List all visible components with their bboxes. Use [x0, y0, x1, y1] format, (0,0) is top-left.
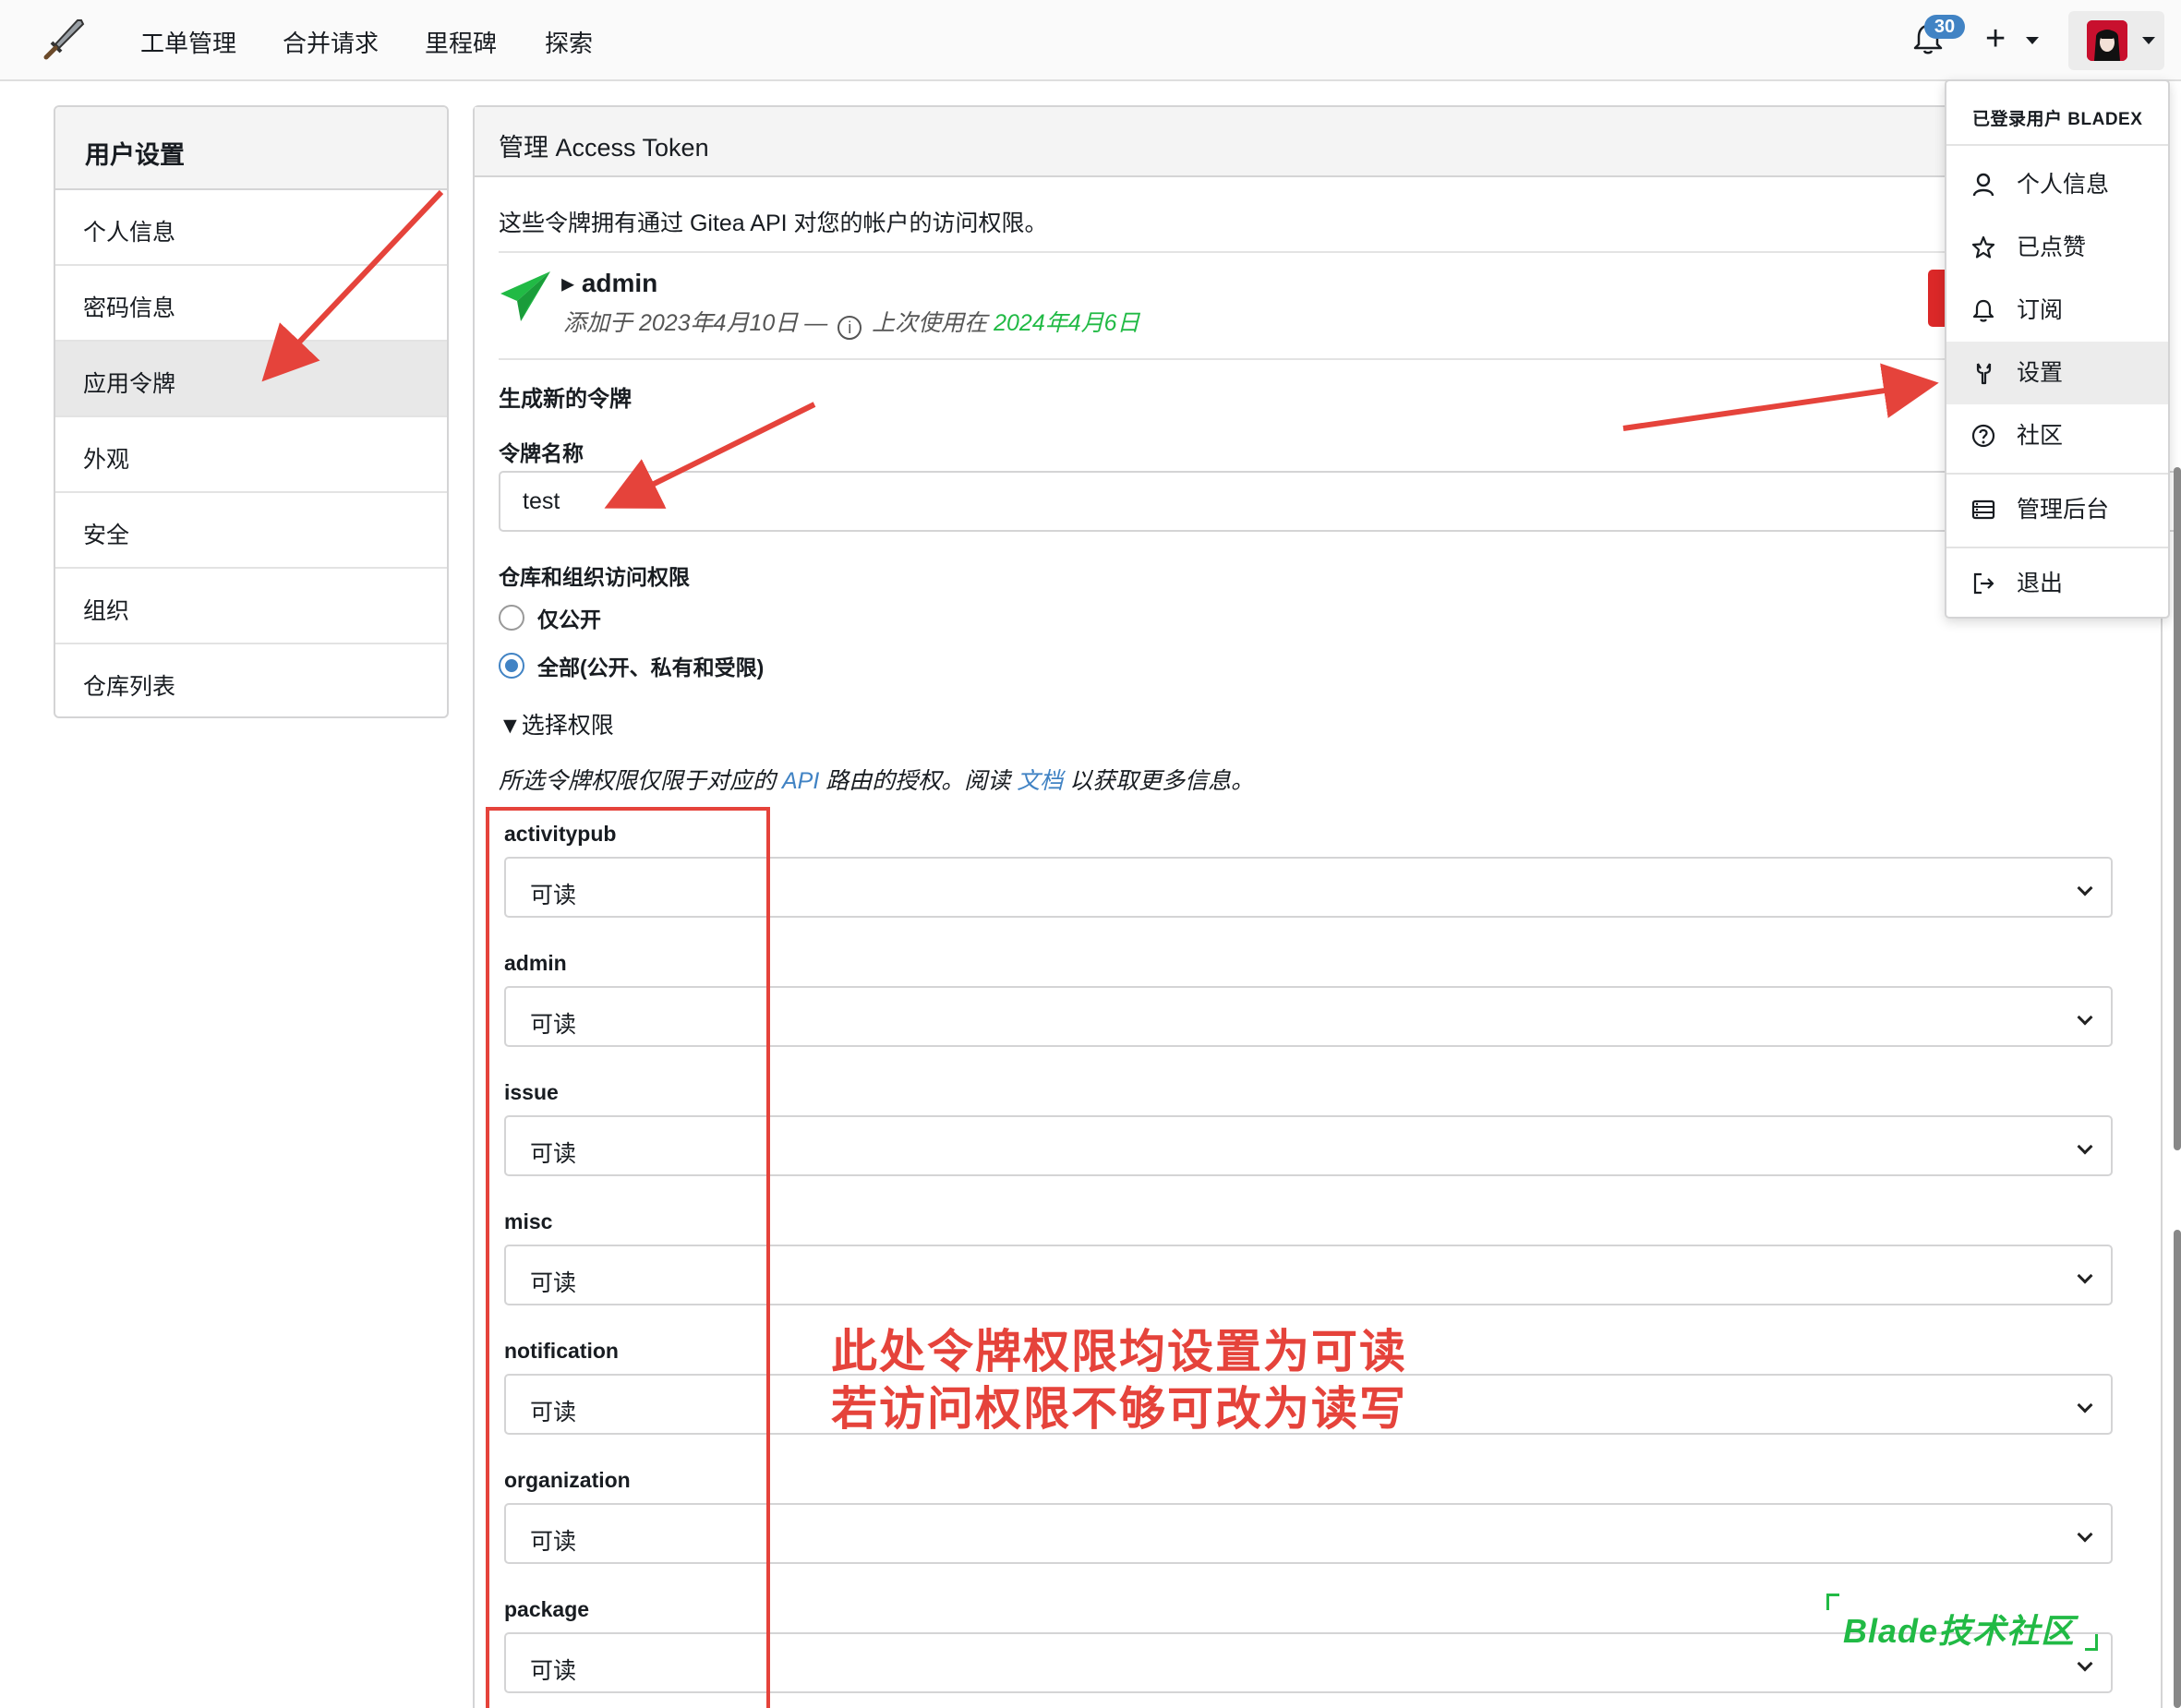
settings-sidebar: 用户设置 个人信息 密码信息 应用令牌 外观 安全 组织 仓库列表 [54, 105, 449, 718]
token-added-date: 添加于 2023年4月10日 — [563, 310, 828, 336]
radio-public-only[interactable]: 仅公开 [499, 602, 601, 633]
avatar [2087, 20, 2127, 61]
avatar-caret-icon [2142, 37, 2155, 44]
radio-public-label: 仅公开 [537, 607, 601, 631]
select-permissions-toggle[interactable]: ▼选择权限 [499, 707, 614, 740]
info-icon: i [837, 316, 862, 340]
user-dropdown-menu: 已登录用户 BLADEX 个人信息 已点赞 订阅 设置 社区 管理后台 退出 [1945, 79, 2170, 619]
annotation-highlight-box [486, 807, 770, 1708]
menu-item-profile[interactable]: 个人信息 [1946, 153, 2168, 216]
generate-token-title: 生成新的令牌 [499, 387, 632, 412]
radio-all[interactable]: 全部(公开、私有和受限) [499, 650, 764, 681]
chevron-down-icon [2077, 1526, 2093, 1543]
tools-icon [1976, 363, 1992, 385]
annotation-text-line2: 若访问权限不够可改为读写 [831, 1383, 1407, 1435]
star-icon [1971, 235, 1995, 259]
bell-icon [1972, 299, 1994, 322]
chevron-down-icon [2077, 1655, 2093, 1672]
gitea-logo-icon[interactable] [41, 17, 87, 63]
sidebar-item-organizations[interactable]: 组织 [55, 569, 447, 644]
avatar-image-icon [2087, 20, 2127, 61]
sidebar-item-profile[interactable]: 个人信息 [55, 190, 447, 266]
radio-public-icon[interactable] [499, 605, 524, 631]
sidebar-item-repos[interactable]: 仓库列表 [55, 644, 447, 716]
token-last-used-label: 上次使用在 [872, 310, 988, 336]
perm-desc-text: 以获取更多信息。 [1069, 768, 1255, 794]
create-caret-icon [2026, 37, 2039, 44]
top-navbar: 工单管理 合并请求 里程碑 探索 30 + [0, 0, 2181, 81]
menu-item-site-admin[interactable]: 管理后台 [1946, 478, 2168, 541]
api-link[interactable]: API [782, 768, 819, 794]
sidebar-item-appearance[interactable]: 外观 [55, 417, 447, 493]
menu-item-label: 退出 [2017, 571, 2064, 596]
chevron-down-icon [2077, 1009, 2093, 1026]
sidebar-item-password[interactable]: 密码信息 [55, 266, 447, 342]
menu-signed-in-header: 已登录用户 BLADEX [1946, 81, 2168, 146]
create-plus-button[interactable]: + [1985, 17, 2006, 61]
nav-issues[interactable]: 工单管理 [140, 25, 236, 59]
menu-item-label: 订阅 [2017, 297, 2064, 323]
menu-item-settings[interactable]: 设置 [1946, 342, 2168, 404]
divider [499, 251, 2142, 253]
panel-title: 管理 Access Token [475, 107, 2161, 177]
menu-item-sign-out[interactable]: 退出 [1946, 552, 2168, 615]
sidebar-item-applications[interactable]: 应用令牌 [55, 342, 447, 417]
radio-all-icon[interactable] [499, 653, 524, 679]
question-icon [1971, 424, 1995, 448]
token-meta: 添加于 2023年4月10日 — i 上次使用在 2024年4月6日 [563, 305, 1140, 340]
perm-desc-text: 所选令牌权限仅限于对应的 [499, 768, 777, 794]
token-name-input[interactable] [499, 471, 2181, 532]
scrollbar-thumb[interactable] [2174, 1230, 2181, 1708]
nav-pull-requests[interactable]: 合并请求 [283, 25, 379, 59]
menu-item-label: 已点赞 [2017, 235, 2087, 260]
token-last-used-date: 2024年4月6日 [994, 310, 1140, 336]
menu-item-label: 管理后台 [2017, 497, 2110, 523]
scrollbar-thumb[interactable] [2174, 467, 2181, 1150]
menu-item-subscriptions[interactable]: 订阅 [1946, 279, 2168, 342]
chevron-down-icon [2077, 1397, 2093, 1413]
notification-count-badge: 30 [1924, 15, 1965, 39]
divider [499, 358, 2142, 360]
delete-token-button[interactable] [1928, 270, 1946, 327]
sidebar-item-security[interactable]: 安全 [55, 493, 447, 569]
nav-milestones[interactable]: 里程碑 [425, 25, 497, 59]
paper-plane-icon [500, 271, 550, 321]
user-avatar-button[interactable] [2068, 11, 2164, 70]
menu-item-starred[interactable]: 已点赞 [1946, 216, 2168, 279]
chevron-down-icon [2077, 1268, 2093, 1284]
watermark-bracket [2085, 1634, 2098, 1651]
menu-divider [1946, 547, 2168, 548]
chevron-down-icon [2077, 880, 2093, 896]
permissions-description: 所选令牌权限仅限于对应的 API 路由的授权。阅读 文档 以获取更多信息。 [499, 763, 1254, 796]
person-icon [1972, 173, 1994, 197]
panel-description: 这些令牌拥有通过 Gitea API 对您的帐户的访问权限。 [499, 210, 1048, 236]
server-icon [1971, 499, 1995, 520]
menu-divider [1946, 473, 2168, 475]
menu-item-label: 设置 [2017, 360, 2064, 386]
access-scope-label: 仓库和组织访问权限 [499, 565, 690, 589]
perm-desc-text: 路由的授权。阅读 [825, 768, 1011, 794]
sign-out-icon [1973, 572, 1994, 595]
menu-item-label: 个人信息 [2017, 172, 2110, 198]
radio-all-label: 全部(公开、私有和受限) [537, 656, 765, 680]
menu-item-label: 社区 [2017, 423, 2064, 449]
nav-explore[interactable]: 探索 [545, 25, 593, 59]
sidebar-title: 用户设置 [55, 107, 447, 190]
docs-link[interactable]: 文档 [1017, 768, 1063, 794]
token-name[interactable]: ▸ admin [561, 268, 657, 298]
chevron-down-icon [2077, 1138, 2093, 1155]
menu-item-help[interactable]: 社区 [1946, 404, 2168, 467]
watermark-bracket [1826, 1594, 1839, 1610]
watermark: Blade技术社区 [1843, 1612, 2076, 1650]
token-name-label: 令牌名称 [499, 441, 584, 465]
